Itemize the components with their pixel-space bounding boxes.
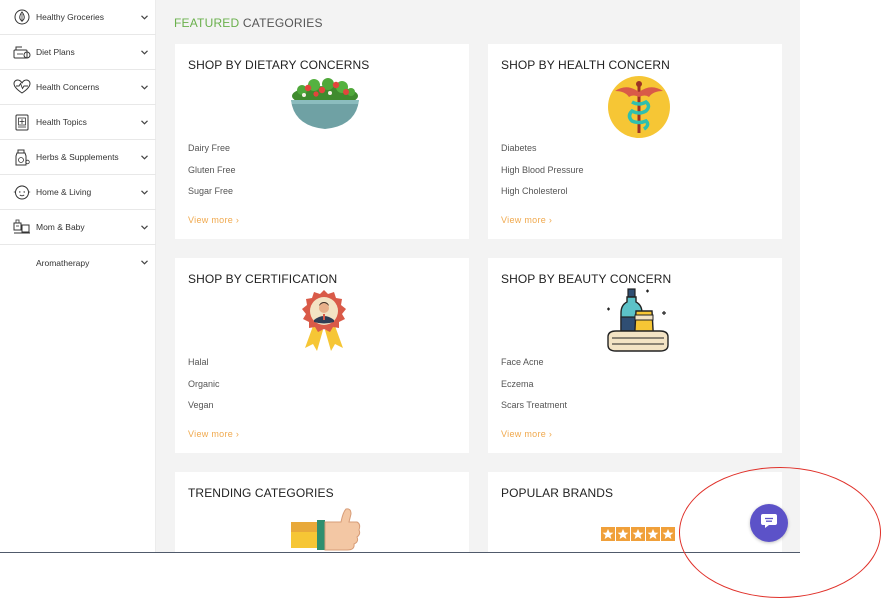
- card-title: SHOP BY HEALTH CONCERN: [501, 58, 670, 72]
- sidebar-item-health-concerns[interactable]: Health Concerns: [0, 70, 156, 105]
- chevron-down-icon: [139, 224, 149, 230]
- card-links: Dairy Free Gluten Free Sugar Free: [188, 138, 236, 203]
- category-link[interactable]: Dairy Free: [188, 138, 236, 160]
- card-title: SHOP BY BEAUTY CONCERN: [501, 272, 672, 286]
- chevron-down-icon: [139, 154, 149, 160]
- card-links: Diabetes High Blood Pressure High Choles…: [501, 138, 584, 203]
- thumbs-up-icon: [289, 508, 361, 552]
- chevron-down-icon: [139, 49, 149, 55]
- sidebar-item-label: Healthy Groceries: [36, 12, 105, 22]
- category-link[interactable]: Gluten Free: [188, 160, 236, 182]
- sidebar-item-health-topics[interactable]: Health Topics: [0, 105, 156, 140]
- sidebar-item-label: Mom & Baby: [36, 222, 85, 232]
- card-links: Face Acne Eczema Scars Treatment: [501, 352, 567, 417]
- card-health-concern: SHOP BY HEALTH CONCERN Diabetes High Blo…: [488, 44, 782, 239]
- scale-icon: [12, 42, 32, 62]
- featured-categories-section: FEATURED CATEGORIES SHOP BY DIETARY CONC…: [156, 0, 800, 552]
- view-more-link[interactable]: View more ›: [501, 429, 552, 439]
- sidebar-item-label: Herbs & Supplements: [36, 152, 119, 162]
- caduceus-icon: [607, 75, 671, 144]
- category-link[interactable]: Face Acne: [501, 352, 567, 374]
- card-popular-brands: POPULAR BRANDS: [488, 472, 782, 552]
- sidebar-item-healthy-groceries[interactable]: Healthy Groceries: [0, 0, 156, 35]
- award-badge-icon: [299, 288, 349, 357]
- section-title-highlight: FEATURED: [174, 16, 240, 30]
- category-link[interactable]: Scars Treatment: [501, 395, 567, 417]
- view-more-link[interactable]: View more ›: [188, 429, 239, 439]
- card-links: Halal Organic Vegan: [188, 352, 220, 417]
- card-title: SHOP BY CERTIFICATION: [188, 272, 338, 286]
- card-dietary-concerns: SHOP BY DIETARY CONCERNS Dairy Free Glut…: [175, 44, 469, 239]
- category-link[interactable]: Sugar Free: [188, 181, 236, 203]
- sidebar-item-label: Health Topics: [36, 117, 87, 127]
- chevron-down-icon: [139, 119, 149, 125]
- chevron-down-icon: [139, 84, 149, 90]
- sidebar-item-diet-plans[interactable]: Diet Plans: [0, 35, 156, 70]
- chevron-down-icon: [139, 189, 149, 195]
- view-more-link[interactable]: View more ›: [188, 215, 239, 225]
- cosmetics-icon: [604, 287, 672, 358]
- category-link[interactable]: High Blood Pressure: [501, 160, 584, 182]
- card-certification: SHOP BY CERTIFICATION Halal Organic Vega…: [175, 258, 469, 453]
- section-title-rest: CATEGORIES: [239, 16, 323, 30]
- category-link[interactable]: Organic: [188, 374, 220, 396]
- category-link[interactable]: Halal: [188, 352, 220, 374]
- chat-bubble-icon: [760, 513, 778, 534]
- category-sidebar: Healthy Groceries Diet Plans Health Conc…: [0, 0, 156, 552]
- stroller-icon: [12, 217, 32, 237]
- sidebar-item-label: Aromatherapy: [36, 257, 90, 268]
- sidebar-item-mom-baby[interactable]: Mom & Baby: [0, 210, 156, 245]
- card-trending-categories: TRENDING CATEGORIES: [175, 472, 469, 552]
- leaf-drop-icon: [12, 7, 32, 27]
- card-title: POPULAR BRANDS: [501, 486, 614, 500]
- category-link[interactable]: Eczema: [501, 374, 567, 396]
- card-beauty-concern: SHOP BY BEAUTY CONCERN Face Acne Eczema …: [488, 258, 782, 453]
- category-link[interactable]: High Cholesterol: [501, 181, 584, 203]
- five-stars-icon: [601, 527, 676, 546]
- category-link[interactable]: Diabetes: [501, 138, 584, 160]
- category-link[interactable]: Vegan: [188, 395, 220, 417]
- section-title: FEATURED CATEGORIES: [174, 16, 323, 30]
- sidebar-item-label: Home & Living: [36, 187, 92, 197]
- sidebar-item-aromatherapy[interactable]: Aromatherapy: [0, 245, 156, 280]
- viewport-bottom-edge: [0, 552, 800, 553]
- salad-bowl-icon: [288, 74, 362, 139]
- face-icon: [12, 182, 32, 202]
- chat-button[interactable]: [750, 504, 788, 542]
- sidebar-item-herbs-supplements[interactable]: Herbs & Supplements: [0, 140, 156, 175]
- sidebar-item-home-living[interactable]: Home & Living: [0, 175, 156, 210]
- supplement-bottle-icon: [12, 147, 32, 167]
- book-icon: [12, 112, 32, 132]
- view-more-link[interactable]: View more ›: [501, 215, 552, 225]
- sidebar-item-label: Diet Plans: [36, 47, 75, 57]
- card-title: TRENDING CATEGORIES: [188, 486, 334, 500]
- chevron-down-icon: [139, 260, 149, 265]
- heart-pulse-icon: [12, 77, 32, 97]
- chevron-down-icon: [139, 14, 149, 20]
- sidebar-item-label: Health Concerns: [36, 82, 100, 92]
- card-title: SHOP BY DIETARY CONCERNS: [188, 58, 370, 72]
